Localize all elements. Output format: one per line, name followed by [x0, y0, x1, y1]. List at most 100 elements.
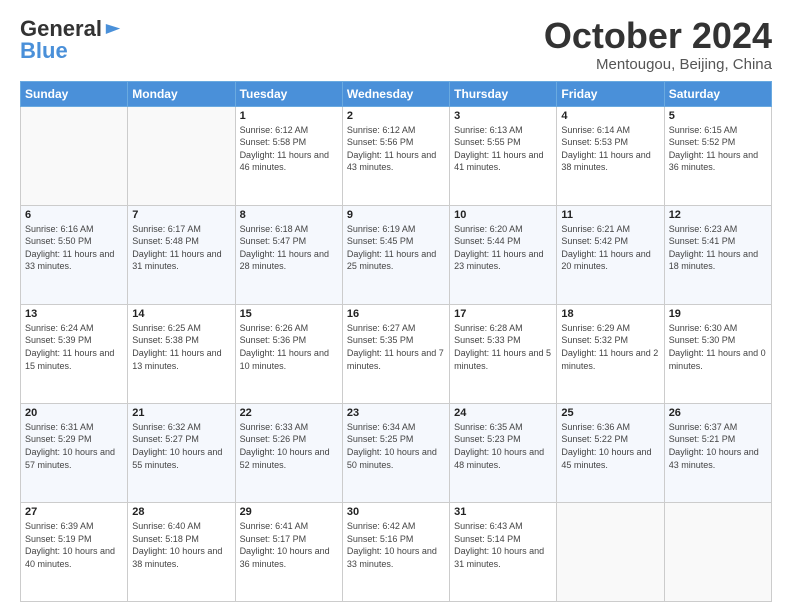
- calendar-cell: 19 Sunrise: 6:30 AM Sunset: 5:30 PM Dayli…: [664, 304, 771, 403]
- calendar-cell: 3Sunrise: 6:13 AM Sunset: 5:55 PM Daylig…: [450, 106, 557, 205]
- calendar-cell: 13 Sunrise: 6:24 AM Sunset: 5:39 PM Dayli…: [21, 304, 128, 403]
- day-info: Sunrise: 6:29 AM Sunset: 5:32 PM Dayligh…: [561, 322, 659, 372]
- calendar-body: 1 Sunrise: 6:12 AM Sunset: 5:58 PM Daylig…: [21, 106, 772, 601]
- calendar-cell: 4 Sunrise: 6:14 AM Sunset: 5:53 PM Daylig…: [557, 106, 664, 205]
- calendar-cell: [557, 502, 664, 601]
- day-number: 6: [25, 209, 123, 221]
- day-number: 27: [25, 506, 123, 518]
- day-number: 1: [240, 110, 338, 122]
- calendar-cell: 22 Sunrise: 6:33 AM Sunset: 5:26 PM Dayli…: [235, 403, 342, 502]
- day-number: 11: [561, 209, 659, 221]
- day-number: 7: [132, 209, 230, 221]
- calendar-cell: 7 Sunrise: 6:17 AM Sunset: 5:48 PM Daylig…: [128, 205, 235, 304]
- day-info: Sunrise: 6:35 AM Sunset: 5:23 PM Dayligh…: [454, 421, 552, 471]
- day-number: 9: [347, 209, 445, 221]
- calendar-cell: 10 Sunrise: 6:20 AM Sunset: 5:44 PM Dayli…: [450, 205, 557, 304]
- day-info: Sunrise: 6:32 AM Sunset: 5:27 PM Dayligh…: [132, 421, 230, 471]
- day-number: 12: [669, 209, 767, 221]
- day-number: 17: [454, 308, 552, 320]
- day-number: 13: [25, 308, 123, 320]
- calendar-cell: [128, 106, 235, 205]
- day-number: 21: [132, 407, 230, 419]
- day-number: 28: [132, 506, 230, 518]
- day-number: 19: [669, 308, 767, 320]
- day-info: Sunrise: 6:42 AM Sunset: 5:16 PM Dayligh…: [347, 520, 445, 570]
- calendar-cell: 28 Sunrise: 6:40 AM Sunset: 5:18 PM Dayli…: [128, 502, 235, 601]
- day-number: 24: [454, 407, 552, 419]
- calendar-cell: 29 Sunrise: 6:41 AM Sunset: 5:17 PM Dayli…: [235, 502, 342, 601]
- day-number: 3: [454, 110, 552, 122]
- day-info: Sunrise: 6:26 AM Sunset: 5:36 PM Dayligh…: [240, 322, 338, 372]
- calendar-cell: 5Sunrise: 6:15 AM Sunset: 5:52 PM Daylig…: [664, 106, 771, 205]
- calendar-cell: 27 Sunrise: 6:39 AM Sunset: 5:19 PM Dayli…: [21, 502, 128, 601]
- calendar-cell: 11 Sunrise: 6:21 AM Sunset: 5:42 PM Dayli…: [557, 205, 664, 304]
- day-number: 22: [240, 407, 338, 419]
- day-info: Sunrise: 6:28 AM Sunset: 5:33 PM Dayligh…: [454, 322, 552, 372]
- calendar-cell: 21 Sunrise: 6:32 AM Sunset: 5:27 PM Dayli…: [128, 403, 235, 502]
- weekday-sunday: Sunday: [21, 81, 128, 106]
- day-number: 15: [240, 308, 338, 320]
- day-info: Sunrise: 6:12 AM Sunset: 5:58 PM Dayligh…: [240, 124, 338, 174]
- day-info: Sunrise: 6:31 AM Sunset: 5:29 PM Dayligh…: [25, 421, 123, 471]
- header: General Blue October 2024 Mentougou, Bei…: [20, 16, 772, 73]
- calendar-cell: [21, 106, 128, 205]
- day-number: 25: [561, 407, 659, 419]
- day-number: 10: [454, 209, 552, 221]
- day-info: Sunrise: 6:18 AM Sunset: 5:47 PM Dayligh…: [240, 223, 338, 273]
- day-number: 16: [347, 308, 445, 320]
- weekday-header-row: SundayMondayTuesdayWednesdayThursdayFrid…: [21, 81, 772, 106]
- page: General Blue October 2024 Mentougou, Bei…: [0, 0, 792, 612]
- day-info: Sunrise: 6:41 AM Sunset: 5:17 PM Dayligh…: [240, 520, 338, 570]
- day-info: Sunrise: 6:27 AM Sunset: 5:35 PM Dayligh…: [347, 322, 445, 372]
- calendar-cell: 15 Sunrise: 6:26 AM Sunset: 5:36 PM Dayli…: [235, 304, 342, 403]
- day-info: Sunrise: 6:19 AM Sunset: 5:45 PM Dayligh…: [347, 223, 445, 273]
- day-number: 29: [240, 506, 338, 518]
- day-info: Sunrise: 6:12 AM Sunset: 5:56 PM Dayligh…: [347, 124, 445, 174]
- logo-blue: Blue: [20, 38, 68, 64]
- calendar-cell: 12 Sunrise: 6:23 AM Sunset: 5:41 PM Dayli…: [664, 205, 771, 304]
- weekday-friday: Friday: [557, 81, 664, 106]
- weekday-monday: Monday: [128, 81, 235, 106]
- day-info: Sunrise: 6:39 AM Sunset: 5:19 PM Dayligh…: [25, 520, 123, 570]
- week-row-2: 6 Sunrise: 6:16 AM Sunset: 5:50 PM Daylig…: [21, 205, 772, 304]
- calendar-cell: 8Sunrise: 6:18 AM Sunset: 5:47 PM Daylig…: [235, 205, 342, 304]
- week-row-3: 13 Sunrise: 6:24 AM Sunset: 5:39 PM Dayli…: [21, 304, 772, 403]
- calendar-cell: 18 Sunrise: 6:29 AM Sunset: 5:32 PM Dayli…: [557, 304, 664, 403]
- day-info: Sunrise: 6:17 AM Sunset: 5:48 PM Dayligh…: [132, 223, 230, 273]
- location-subtitle: Mentougou, Beijing, China: [544, 56, 772, 73]
- calendar-cell: 2Sunrise: 6:12 AM Sunset: 5:56 PM Daylig…: [342, 106, 449, 205]
- calendar-cell: 14Sunrise: 6:25 AM Sunset: 5:38 PM Dayli…: [128, 304, 235, 403]
- day-number: 5: [669, 110, 767, 122]
- logo-arrow-icon: [104, 22, 122, 36]
- week-row-1: 1 Sunrise: 6:12 AM Sunset: 5:58 PM Daylig…: [21, 106, 772, 205]
- day-number: 23: [347, 407, 445, 419]
- week-row-4: 20Sunrise: 6:31 AM Sunset: 5:29 PM Dayli…: [21, 403, 772, 502]
- weekday-wednesday: Wednesday: [342, 81, 449, 106]
- day-info: Sunrise: 6:30 AM Sunset: 5:30 PM Dayligh…: [669, 322, 767, 372]
- day-info: Sunrise: 6:14 AM Sunset: 5:53 PM Dayligh…: [561, 124, 659, 174]
- day-info: Sunrise: 6:36 AM Sunset: 5:22 PM Dayligh…: [561, 421, 659, 471]
- day-info: Sunrise: 6:16 AM Sunset: 5:50 PM Dayligh…: [25, 223, 123, 273]
- calendar-cell: 26Sunrise: 6:37 AM Sunset: 5:21 PM Dayli…: [664, 403, 771, 502]
- day-info: Sunrise: 6:40 AM Sunset: 5:18 PM Dayligh…: [132, 520, 230, 570]
- day-info: Sunrise: 6:33 AM Sunset: 5:26 PM Dayligh…: [240, 421, 338, 471]
- day-info: Sunrise: 6:21 AM Sunset: 5:42 PM Dayligh…: [561, 223, 659, 273]
- weekday-thursday: Thursday: [450, 81, 557, 106]
- day-info: Sunrise: 6:24 AM Sunset: 5:39 PM Dayligh…: [25, 322, 123, 372]
- calendar-cell: 20Sunrise: 6:31 AM Sunset: 5:29 PM Dayli…: [21, 403, 128, 502]
- day-number: 4: [561, 110, 659, 122]
- day-number: 31: [454, 506, 552, 518]
- weekday-saturday: Saturday: [664, 81, 771, 106]
- day-number: 18: [561, 308, 659, 320]
- calendar-cell: 30 Sunrise: 6:42 AM Sunset: 5:16 PM Dayli…: [342, 502, 449, 601]
- calendar-cell: 23Sunrise: 6:34 AM Sunset: 5:25 PM Dayli…: [342, 403, 449, 502]
- calendar-cell: 25 Sunrise: 6:36 AM Sunset: 5:22 PM Dayli…: [557, 403, 664, 502]
- calendar-cell: 1 Sunrise: 6:12 AM Sunset: 5:58 PM Daylig…: [235, 106, 342, 205]
- calendar-cell: 6 Sunrise: 6:16 AM Sunset: 5:50 PM Daylig…: [21, 205, 128, 304]
- calendar-cell: [664, 502, 771, 601]
- day-info: Sunrise: 6:23 AM Sunset: 5:41 PM Dayligh…: [669, 223, 767, 273]
- day-info: Sunrise: 6:20 AM Sunset: 5:44 PM Dayligh…: [454, 223, 552, 273]
- calendar-cell: 24 Sunrise: 6:35 AM Sunset: 5:23 PM Dayli…: [450, 403, 557, 502]
- calendar-cell: 17 Sunrise: 6:28 AM Sunset: 5:33 PM Dayli…: [450, 304, 557, 403]
- day-number: 30: [347, 506, 445, 518]
